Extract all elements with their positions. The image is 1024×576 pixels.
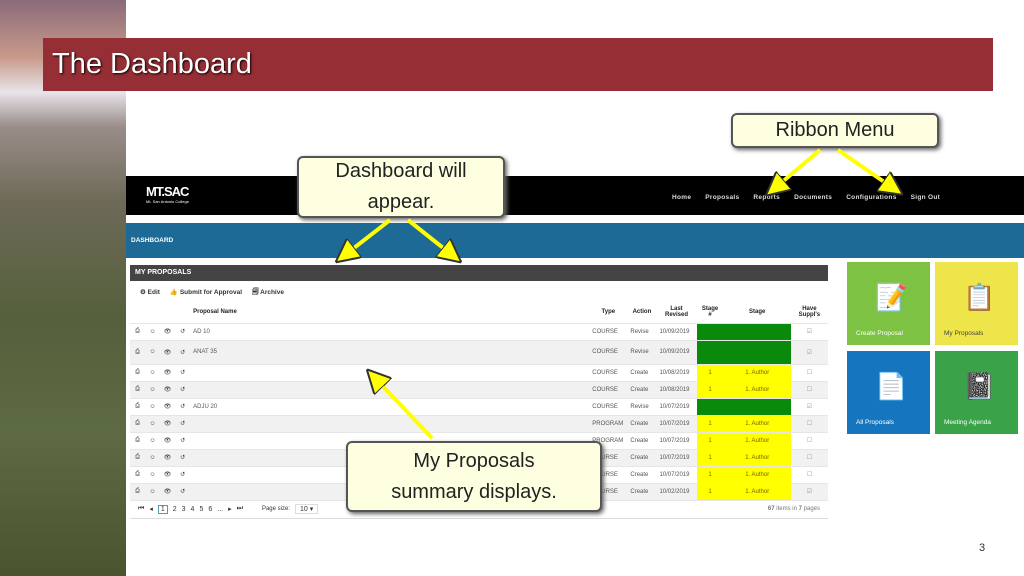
- arrow-proposals: [375, 378, 434, 440]
- arrow-ribbon-left: [775, 148, 822, 188]
- arrow-dashboard-left: [345, 218, 392, 255]
- arrow-dashboard-right: [406, 218, 452, 255]
- callout-arrows: [0, 148, 1024, 440]
- page-number: 3: [979, 542, 986, 554]
- arrow-ribbon-right: [836, 148, 893, 188]
